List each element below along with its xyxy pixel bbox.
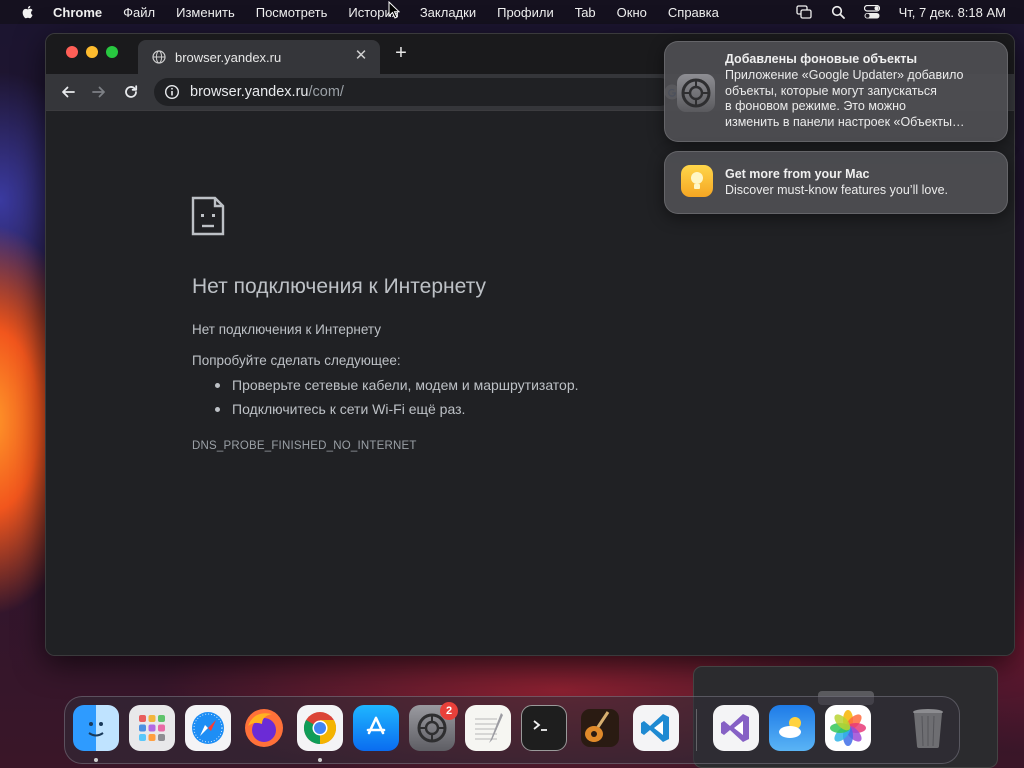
notification-body: Приложение «Google Updater» добавило объ… <box>725 68 965 130</box>
forward-arrow-icon[interactable] <box>89 82 109 102</box>
control-center-icon[interactable] <box>863 4 881 20</box>
suggestion-text: Подключитесь к сети Wi-Fi ещё раз. <box>232 401 466 417</box>
menu-profiles[interactable]: Профили <box>497 5 554 20</box>
list-item: Подключитесь к сети Wi-Fi ещё раз. <box>212 401 579 425</box>
spotlight-search-icon[interactable] <box>829 4 847 20</box>
error-code: DNS_PROBE_FINISHED_NO_INTERNET <box>192 440 417 452</box>
tips-lightbulb-icon <box>681 165 713 197</box>
url-host: browser.yandex.ru <box>190 84 309 100</box>
notification-title: Get more from your Mac <box>725 167 870 181</box>
reload-icon[interactable] <box>121 82 141 102</box>
vscode-icon[interactable] <box>633 705 679 751</box>
notification-body-line: объекты, которые могут запускаться <box>725 83 937 98</box>
menu-app-name[interactable]: Chrome <box>53 5 102 20</box>
firefox-icon[interactable] <box>241 705 287 751</box>
sad-page-icon <box>191 196 225 236</box>
error-suggestions-list: Проверьте сетевые кабели, модем и маршру… <box>212 377 579 425</box>
running-indicator <box>94 758 98 762</box>
globe-icon <box>152 50 166 64</box>
site-info-icon[interactable] <box>164 84 180 100</box>
close-tab-icon[interactable]: ✕ <box>354 48 368 63</box>
tab-active[interactable]: browser.yandex.ru ✕ <box>138 40 380 74</box>
error-title: Нет подключения к Интернету <box>192 275 486 298</box>
notification-body-line: Приложение «Google Updater» добавило <box>725 68 964 82</box>
menu-file[interactable]: Файл <box>123 5 155 20</box>
menu-tab[interactable]: Tab <box>575 5 596 20</box>
launchpad-icon[interactable] <box>129 705 175 751</box>
trash-icon[interactable] <box>905 705 951 751</box>
notification-background-items[interactable]: Добавлены фоновые объекты Приложение «Go… <box>664 41 1008 142</box>
notification-body-line: изменить в панели настроек «Объекты… <box>725 114 965 129</box>
notification-body-line: в фоновом режиме. Это можно <box>725 99 906 113</box>
new-tab-button[interactable]: + <box>392 43 410 63</box>
back-arrow-icon[interactable] <box>58 82 78 102</box>
menu-bar: Chrome Файл Изменить Посмотреть История … <box>0 0 1024 24</box>
photos-icon[interactable] <box>825 705 871 751</box>
tab-title: browser.yandex.ru <box>175 49 282 65</box>
menu-help[interactable]: Справка <box>668 5 719 20</box>
bullet-icon <box>215 383 220 388</box>
menu-clock[interactable]: Чт, 7 дек. 8:18 AM <box>899 5 1006 20</box>
textedit-icon[interactable] <box>465 705 511 751</box>
notification-body: Discover must-know features you’ll love. <box>725 183 948 197</box>
error-suggestions-label: Попробуйте сделать следующее: <box>192 353 401 368</box>
settings-badge: 2 <box>440 702 458 720</box>
address-bar[interactable]: browser.yandex.ru/com/ <box>154 78 680 106</box>
notification-title: Добавлены фоновые объекты <box>725 52 917 66</box>
dock-separator <box>696 709 697 751</box>
suggestion-text: Проверьте сетевые кабели, модем и маршру… <box>232 377 579 393</box>
safari-icon[interactable] <box>185 705 231 751</box>
system-settings-icon <box>677 74 715 112</box>
url-path: /com/ <box>308 84 344 100</box>
screen-mirroring-icon[interactable] <box>795 4 813 20</box>
zoom-window-button[interactable] <box>106 46 118 58</box>
dock <box>64 696 960 764</box>
menu-window[interactable]: Окно <box>617 5 647 20</box>
running-indicator <box>318 758 322 762</box>
minimize-window-button[interactable] <box>86 46 98 58</box>
mouse-cursor-icon <box>388 1 400 19</box>
garageband-icon[interactable] <box>577 705 623 751</box>
menu-view[interactable]: Посмотреть <box>256 5 328 20</box>
menu-bookmarks[interactable]: Закладки <box>420 5 476 20</box>
weather-icon[interactable] <box>769 705 815 751</box>
notification-tips[interactable]: Get more from your Mac Discover must-kno… <box>664 151 1008 214</box>
bullet-icon <box>215 407 220 412</box>
chrome-icon[interactable] <box>297 705 343 751</box>
list-item: Проверьте сетевые кабели, модем и маршру… <box>212 377 579 401</box>
terminal-icon[interactable] <box>521 705 567 751</box>
error-subtitle: Нет подключения к Интернету <box>192 322 381 337</box>
menu-edit[interactable]: Изменить <box>176 5 235 20</box>
menu-bar-extras: Чт, 7 дек. 8:18 AM <box>779 0 1006 24</box>
apple-icon[interactable] <box>20 4 36 20</box>
app-store-icon[interactable] <box>353 705 399 751</box>
visual-studio-icon[interactable] <box>713 705 759 751</box>
finder-icon[interactable] <box>73 705 119 751</box>
close-window-button[interactable] <box>66 46 78 58</box>
